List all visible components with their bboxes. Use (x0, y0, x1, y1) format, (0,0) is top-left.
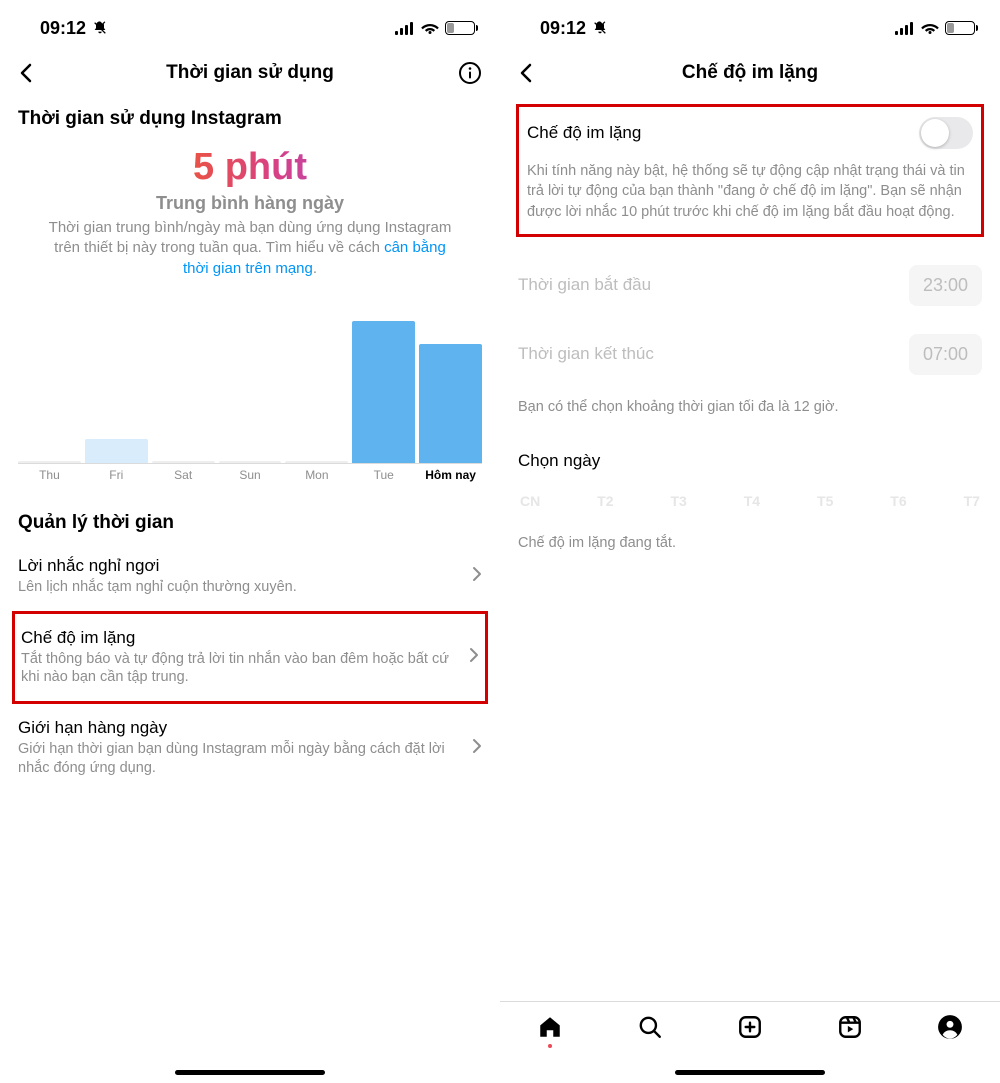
cell-signal-icon (395, 21, 415, 35)
chevron-right-icon (472, 738, 482, 759)
usage-chart: Thu Fri Sat SunMon Tue Hôm nay (18, 303, 482, 482)
end-time-row[interactable]: Thời gian kết thúc 07:00 (518, 334, 982, 375)
chart-label: Sat (152, 468, 215, 482)
day-option[interactable]: CN (520, 493, 540, 509)
chart-label: Tue (352, 468, 415, 482)
avg-time-value: 5 phút (18, 146, 482, 189)
row-title: Chế độ im lặng (21, 628, 469, 648)
chart-bar[interactable] (285, 461, 348, 463)
mute-icon (592, 20, 608, 36)
days-row: CN T2 T3 T4 T5 T6 T7 (518, 489, 982, 513)
status-time: 09:12 (40, 18, 86, 39)
day-option[interactable]: T4 (744, 493, 760, 509)
page-title: Thời gian sử dụng (48, 62, 452, 84)
end-time-label: Thời gian kết thúc (518, 344, 654, 364)
row-break-reminder[interactable]: Lời nhắc nghỉ ngơi Lên lịch nhắc tạm ngh… (18, 542, 482, 611)
row-title: Lời nhắc nghỉ ngơi (18, 556, 472, 576)
battery-percent: 26 (446, 23, 474, 34)
avg-time-desc: Thời gian trung bình/ngày mà bạn dùng ứn… (18, 218, 482, 279)
chart-bar[interactable] (18, 461, 81, 463)
mute-icon (92, 20, 108, 36)
tab-search[interactable] (630, 1014, 670, 1040)
home-indicator[interactable] (675, 1070, 825, 1075)
battery-percent: 26 (946, 23, 974, 34)
chevron-right-icon (472, 566, 482, 587)
quiet-mode-desc: Khi tính năng này bật, hệ thống sẽ tự độ… (527, 161, 973, 222)
tab-home[interactable] (530, 1014, 570, 1048)
avg-time-label: Trung bình hàng ngày (18, 193, 482, 214)
time-range-note: Bạn có thể chọn khoảng thời gian tối đa … (518, 399, 982, 415)
home-indicator[interactable] (175, 1070, 325, 1075)
back-button[interactable] (18, 63, 48, 83)
screen-time-usage: 09:12 26 (0, 0, 500, 1083)
chart-label: Mon (285, 468, 348, 482)
chevron-right-icon (469, 647, 479, 668)
nav-bar: Thời gian sử dụng (0, 48, 500, 98)
screen-quiet-mode: 09:12 26 (500, 0, 1000, 1083)
manage-section-title: Quản lý thời gian (18, 512, 482, 534)
notification-dot (548, 1044, 552, 1048)
tab-create[interactable] (730, 1014, 770, 1040)
end-time-value[interactable]: 07:00 (909, 334, 982, 375)
start-time-row[interactable]: Thời gian bắt đầu 23:00 (518, 265, 982, 306)
row-title: Giới hạn hàng ngày (18, 718, 472, 738)
row-subtitle: Lên lịch nhắc tạm nghỉ cuộn thường xuyên… (18, 578, 472, 597)
quiet-mode-toggle-label: Chế độ im lặng (527, 123, 641, 143)
day-option[interactable]: T7 (964, 493, 980, 509)
chart-label: Sun (219, 468, 282, 482)
chart-bar[interactable] (419, 344, 482, 463)
day-option[interactable]: T6 (890, 493, 906, 509)
battery-icon: 26 (445, 21, 478, 35)
row-quiet-mode[interactable]: Chế độ im lặng Tắt thông báo và tự động … (12, 611, 488, 705)
choose-day-label: Chọn ngày (518, 451, 982, 471)
day-option[interactable]: T3 (670, 493, 686, 509)
wifi-icon (921, 21, 939, 35)
row-subtitle: Tắt thông báo và tự động trả lời tin nhắ… (21, 650, 469, 688)
chart-bar[interactable] (352, 321, 415, 463)
back-button[interactable] (518, 63, 548, 83)
battery-icon: 26 (945, 21, 978, 35)
chart-bar[interactable] (152, 461, 215, 463)
quiet-mode-highlight-box: Chế độ im lặng Khi tính năng này bật, hệ… (516, 104, 984, 237)
wifi-icon (421, 21, 439, 35)
chart-bar[interactable] (85, 439, 148, 463)
status-bar: 09:12 26 (500, 0, 1000, 48)
quiet-mode-status: Chế độ im lặng đang tắt. (518, 535, 982, 551)
status-time: 09:12 (540, 18, 586, 39)
chart-label: Fri (85, 468, 148, 482)
cell-signal-icon (895, 21, 915, 35)
tab-reels[interactable] (830, 1014, 870, 1040)
start-time-label: Thời gian bắt đầu (518, 275, 651, 295)
nav-bar: Chế độ im lặng (500, 48, 1000, 98)
info-button[interactable] (452, 61, 482, 85)
page-title: Chế độ im lặng (548, 62, 952, 84)
quiet-mode-toggle[interactable] (919, 117, 973, 149)
chart-bar[interactable] (219, 461, 282, 463)
row-subtitle: Giới hạn thời gian bạn dùng Instagram mỗ… (18, 740, 472, 778)
chart-label: Hôm nay (419, 468, 482, 482)
day-option[interactable]: T5 (817, 493, 833, 509)
start-time-value[interactable]: 23:00 (909, 265, 982, 306)
row-daily-limit[interactable]: Giới hạn hàng ngày Giới hạn thời gian bạ… (18, 704, 482, 792)
day-option[interactable]: T2 (597, 493, 613, 509)
chart-label: Thu (18, 468, 81, 482)
section-title: Thời gian sử dụng Instagram (18, 108, 482, 130)
status-bar: 09:12 26 (0, 0, 500, 48)
tab-profile[interactable] (930, 1014, 970, 1040)
